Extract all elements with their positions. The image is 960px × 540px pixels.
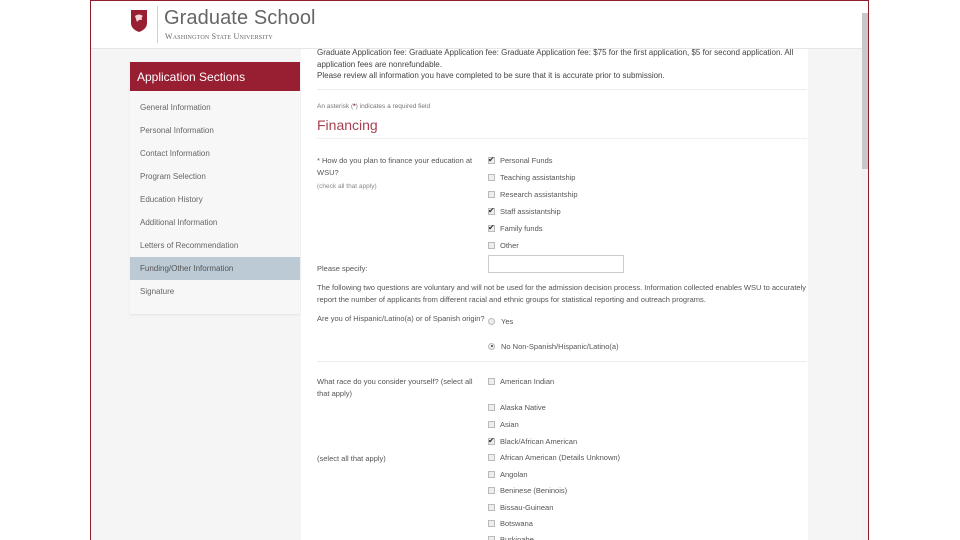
checkbox[interactable] bbox=[488, 403, 495, 411]
checkbox[interactable] bbox=[488, 190, 495, 198]
checkbox[interactable] bbox=[488, 486, 495, 494]
race-sub-option-bissau-guinean[interactable]: Bissau-Guinean bbox=[488, 502, 553, 514]
race-question: What race do you consider yourself? (sel… bbox=[317, 376, 473, 398]
checkbox[interactable] bbox=[488, 503, 495, 511]
checkbox[interactable] bbox=[488, 173, 495, 181]
hispanic-option-no[interactable]: No Non-Spanish/Hispanic/Latino(a) bbox=[488, 341, 619, 353]
option-label: African American (Details Unknown) bbox=[500, 452, 621, 462]
sidebar-item-signature[interactable]: Signature bbox=[130, 280, 300, 303]
finance-question: * How do you plan to finance your educat… bbox=[317, 155, 487, 193]
checkbox[interactable] bbox=[488, 519, 495, 527]
checkbox[interactable] bbox=[488, 470, 495, 478]
sidebar-item-funding-other-information[interactable]: Funding/Other Information bbox=[130, 257, 300, 280]
checkbox[interactable] bbox=[488, 453, 495, 461]
review-notice-text: Please review all information you have c… bbox=[317, 71, 665, 80]
option-label: Other bbox=[500, 240, 519, 250]
option-label: Family funds bbox=[500, 223, 543, 233]
race-option-alaska-native[interactable]: Alaska Native bbox=[488, 402, 546, 414]
fee-notice-text: Graduate Application fee: Graduate Appli… bbox=[317, 48, 794, 69]
checkbox[interactable] bbox=[488, 377, 495, 385]
application-form: Graduate Application fee: Graduate Appli… bbox=[317, 41, 807, 540]
option-label: Botswana bbox=[500, 518, 533, 528]
sidebar-item-letters-of-recommendation[interactable]: Letters of Recommendation bbox=[130, 234, 300, 257]
option-label: Black/African American bbox=[500, 436, 578, 446]
finance-option-other[interactable]: Other bbox=[488, 240, 519, 252]
sidebar-nav: General Information Personal Information… bbox=[130, 91, 300, 303]
section-title-financing: Financing bbox=[317, 116, 378, 133]
option-label: No Non-Spanish/Hispanic/Latino(a) bbox=[501, 341, 619, 351]
hispanic-question: Are you of Hispanic/Latino(a) or of Span… bbox=[317, 313, 485, 323]
section-divider bbox=[317, 137, 807, 139]
finance-option-research-assistantship[interactable]: Research assistantship bbox=[488, 189, 578, 201]
site-header: Graduate School Washington State Univers… bbox=[91, 1, 868, 49]
finance-option-teaching-assistantship[interactable]: Teaching assistantship bbox=[488, 172, 575, 184]
finance-option-personal-funds[interactable]: Personal Funds bbox=[488, 154, 553, 167]
sidebar-heading: Application Sections bbox=[130, 62, 300, 91]
divider bbox=[317, 88, 807, 90]
finance-option-staff-assistantship[interactable]: Staff assistantship bbox=[488, 205, 561, 218]
checkbox[interactable] bbox=[488, 420, 495, 428]
finance-question-hint: (check all that apply) bbox=[317, 182, 377, 190]
option-label: Staff assistantship bbox=[500, 206, 561, 216]
sidebar-item-program-selection[interactable]: Program Selection bbox=[130, 165, 300, 188]
option-label: American Indian bbox=[500, 376, 555, 386]
specify-label: Please specify: bbox=[317, 263, 368, 273]
option-label: Yes bbox=[501, 316, 514, 326]
race-sub-option-angolan[interactable]: Angolan bbox=[488, 469, 528, 481]
race-sub-hint: (select all that apply) bbox=[317, 453, 386, 463]
race-sub-option-burkinabe[interactable]: Burkinabe bbox=[488, 534, 534, 540]
option-label: Research assistantship bbox=[500, 189, 578, 199]
scrollbar-thumb[interactable] bbox=[862, 13, 868, 169]
option-label: Angolan bbox=[500, 469, 528, 479]
voluntary-disclosure-text: The following two questions are voluntar… bbox=[317, 282, 807, 304]
browser-frame: Graduate School Washington State Univers… bbox=[90, 0, 869, 540]
race-sub-option-beninese[interactable]: Beninese (Beninois) bbox=[488, 485, 567, 497]
option-label: Bissau-Guinean bbox=[500, 502, 554, 512]
race-sub-option-botswana[interactable]: Botswana bbox=[488, 518, 533, 530]
race-option-black-african-american[interactable]: Black/African American bbox=[488, 435, 578, 448]
logo-divider bbox=[157, 6, 158, 43]
checkbox-checked[interactable] bbox=[488, 435, 495, 447]
specify-input[interactable] bbox=[488, 254, 624, 273]
sidebar-item-additional-information[interactable]: Additional Information bbox=[130, 211, 300, 234]
finance-question-label: * How do you plan to finance your educat… bbox=[317, 155, 473, 177]
sidebar-item-education-history[interactable]: Education History bbox=[130, 188, 300, 211]
required-field-note: An asterisk (*) indicates a required fie… bbox=[317, 103, 807, 110]
wsu-cougar-logo-icon[interactable] bbox=[131, 10, 147, 32]
checkbox-checked[interactable] bbox=[488, 222, 495, 234]
radio[interactable] bbox=[488, 317, 495, 325]
checkbox-checked[interactable] bbox=[488, 154, 495, 166]
sidebar-item-personal-information[interactable]: Personal Information bbox=[130, 119, 300, 142]
hispanic-option-yes[interactable]: Yes bbox=[488, 316, 513, 328]
main-content: Graduate Application fee: Graduate Appli… bbox=[301, 41, 808, 540]
race-option-american-indian[interactable]: American Indian bbox=[488, 376, 554, 388]
race-option-asian[interactable]: Asian bbox=[488, 419, 519, 431]
checkbox[interactable] bbox=[488, 535, 495, 540]
option-label: Beninese (Beninois) bbox=[500, 485, 568, 495]
application-sections-sidebar: Application Sections General Information… bbox=[130, 62, 300, 314]
divider bbox=[317, 360, 807, 362]
option-label: Alaska Native bbox=[500, 402, 546, 412]
site-subtitle: Washington State University bbox=[165, 32, 273, 41]
option-label: Burkinabe bbox=[500, 534, 534, 540]
required-note-suffix: ) indicates a required field bbox=[355, 102, 431, 110]
checkbox-checked[interactable] bbox=[488, 205, 495, 217]
race-sub-option-african-american-unknown[interactable]: African American (Details Unknown) bbox=[488, 452, 620, 464]
sidebar-item-contact-information[interactable]: Contact Information bbox=[130, 142, 300, 165]
option-label: Personal Funds bbox=[500, 155, 553, 165]
site-title[interactable]: Graduate School bbox=[164, 7, 316, 30]
sidebar-item-general-information[interactable]: General Information bbox=[130, 96, 300, 119]
option-label: Teaching assistantship bbox=[500, 172, 576, 182]
checkbox[interactable] bbox=[488, 241, 495, 249]
finance-option-family-funds[interactable]: Family funds bbox=[488, 222, 543, 235]
option-label: Asian bbox=[500, 419, 519, 429]
required-note-prefix: An asterisk ( bbox=[317, 102, 354, 110]
radio-selected[interactable] bbox=[488, 342, 495, 350]
